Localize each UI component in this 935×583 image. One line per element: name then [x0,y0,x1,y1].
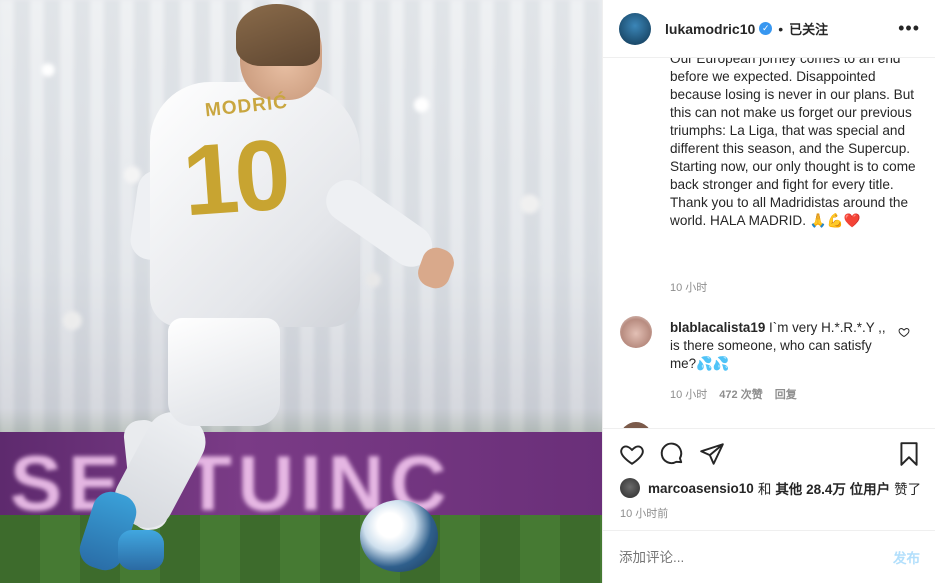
add-comment-bar: 发布 [603,530,935,583]
post-header: lukamodric10 ✓ • 已关注 ••• [603,0,935,58]
jersey-number: 10 [179,118,291,238]
share-send-icon[interactable] [699,441,725,467]
header-separator: • [778,20,784,37]
comment-input[interactable] [619,549,893,565]
comment-like-count[interactable]: 472 次赞 [719,386,762,402]
comment-bubble-icon[interactable] [659,441,685,467]
post-photo[interactable]: SEPTUINC MODRIĆ 10 [0,0,602,583]
comment-meta: 10 小时 472 次赞 回复 [670,386,797,402]
comment-like-heart-icon[interactable] [898,326,910,338]
football [360,500,438,572]
other-likers-count[interactable]: 其他 28.4万 位用户 [775,478,890,498]
author-username[interactable]: lukamodric10 [665,21,755,37]
comments-scroll-area[interactable]: Our European jorney comes to an end befo… [603,58,935,428]
verified-badge-icon: ✓ [759,22,773,35]
likes-and: 和 [757,482,772,497]
comment-avatar[interactable] [620,316,652,348]
post-action-bar [603,428,935,478]
like-heart-icon[interactable] [619,441,645,467]
post-modal: SEPTUINC MODRIĆ 10 lukamodric10 ✓ • 已关注 … [0,0,935,583]
comment-reply-button[interactable]: 回复 [775,386,797,402]
more-options-icon[interactable]: ••• [898,19,920,37]
comment-username[interactable]: blablacalista19 [670,320,765,335]
post-timestamp[interactable]: 10 小时前 [620,505,668,521]
save-bookmark-icon[interactable] [896,441,922,467]
liker-avatar[interactable] [620,478,640,498]
comment-item: blablacalista19 I`m very H.*.R.*.Y ,, is… [670,319,890,373]
player-right-boot [118,530,164,570]
following-button[interactable]: 已关注 [789,19,828,38]
post-caption: Our European jorney comes to an end befo… [670,58,916,228]
comment-timestamp[interactable]: 10 小时 [670,386,707,402]
caption-timestamp[interactable]: 10 小时 [670,279,707,295]
likes-summary: marcoasensio10 和 其他 28.4万 位用户 赞了 [620,478,921,498]
post-side-panel: lukamodric10 ✓ • 已关注 ••• Our European jo… [602,0,935,583]
post-comment-button[interactable]: 发布 [893,547,920,567]
author-avatar[interactable] [619,12,651,45]
player-hair [236,4,320,66]
liker-username[interactable]: marcoasensio10 [648,481,754,496]
likes-suffix: 赞了 [894,482,922,497]
player-shorts [168,318,280,426]
